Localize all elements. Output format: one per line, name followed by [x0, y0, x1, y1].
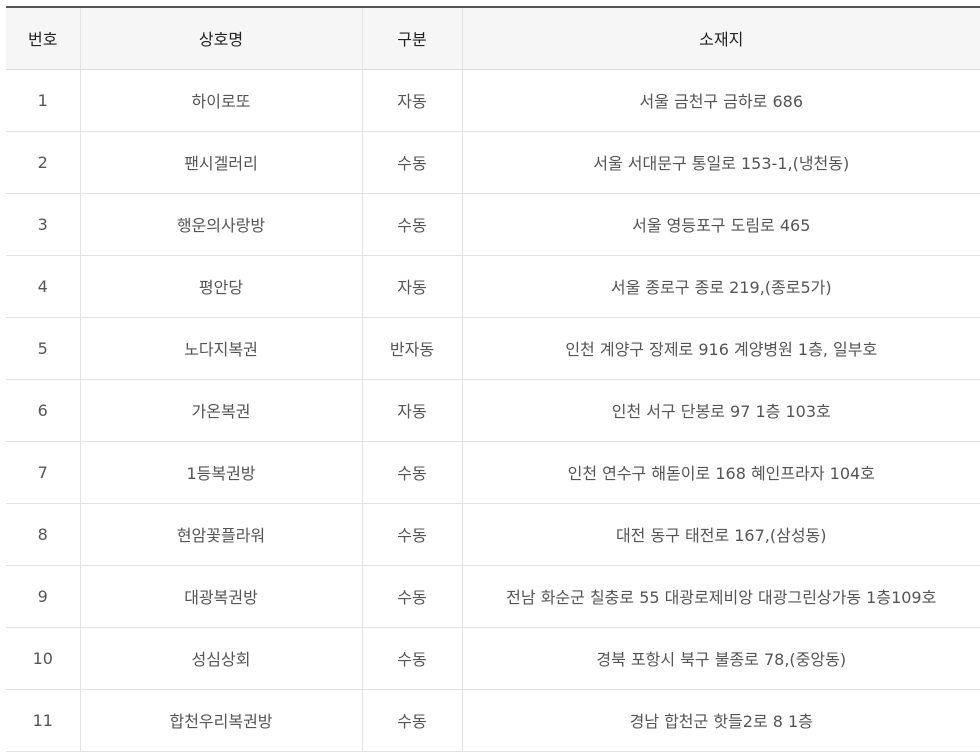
cell-no: 1: [6, 69, 80, 132]
table-row: 5 노다지복권 반자동 인천 계양구 장제로 916 계양병원 1층, 일부호: [6, 317, 980, 380]
cell-no: 6: [6, 379, 80, 442]
cell-no: 5: [6, 317, 80, 380]
cell-address: 경북 포항시 북구 불종로 78,(중앙동): [461, 627, 980, 690]
cell-address: 인천 서구 단봉로 97 1층 103호: [461, 379, 980, 442]
cell-type: 수동: [361, 565, 462, 628]
cell-no: 4: [6, 255, 80, 318]
cell-address: 경남 합천군 핫들2로 8 1층: [461, 689, 980, 752]
table-row: 2 팬시겔러리 수동 서울 서대문구 통일로 153-1,(냉천동): [6, 131, 980, 194]
table-header: 번호 상호명 구분 소재지: [6, 6, 980, 70]
cell-no: 7: [6, 441, 80, 504]
table-row: 9 대광복권방 수동 전남 화순군 칠충로 55 대광로제비앙 대광그린상가동 …: [6, 565, 980, 628]
cell-address: 서울 서대문구 통일로 153-1,(냉천동): [461, 131, 980, 194]
table-row: 8 현암꽃플라워 수동 대전 동구 태전로 167,(삼성동): [6, 503, 980, 566]
cell-no: 8: [6, 503, 80, 566]
cell-name: 행운의사랑방: [79, 193, 362, 256]
cell-type: 수동: [361, 193, 462, 256]
cell-no: 3: [6, 193, 80, 256]
cell-type: 수동: [361, 131, 462, 194]
cell-address: 서울 금천구 금하로 686: [461, 69, 980, 132]
cell-type: 자동: [361, 69, 462, 132]
table-row: 1 하이로또 자동 서울 금천구 금하로 686: [6, 69, 980, 132]
cell-address: 대전 동구 태전로 167,(삼성동): [461, 503, 980, 566]
cell-type: 반자동: [361, 317, 462, 380]
table-row: 6 가온복권 자동 인천 서구 단봉로 97 1층 103호: [6, 379, 980, 442]
table-row: 4 평안당 자동 서울 종로구 종로 219,(종로5가): [6, 255, 980, 318]
cell-type: 자동: [361, 379, 462, 442]
cell-type: 수동: [361, 627, 462, 690]
cell-no: 11: [6, 689, 80, 752]
cell-address: 인천 계양구 장제로 916 계양병원 1층, 일부호: [461, 317, 980, 380]
cell-name: 평안당: [79, 255, 362, 318]
cell-type: 수동: [361, 503, 462, 566]
header-row: 번호 상호명 구분 소재지: [6, 6, 980, 70]
cell-type: 수동: [361, 689, 462, 752]
cell-address: 서울 영등포구 도림로 465: [461, 193, 980, 256]
table-row: 7 1등복권방 수동 인천 연수구 해돋이로 168 혜인프라자 104호: [6, 441, 980, 504]
cell-name: 하이로또: [79, 69, 362, 132]
cell-no: 9: [6, 565, 80, 628]
cell-name: 1등복권방: [79, 441, 362, 504]
cell-name: 성심상회: [79, 627, 362, 690]
cell-name: 현암꽃플라워: [79, 503, 362, 566]
header-no: 번호: [6, 6, 80, 70]
cell-name: 팬시겔러리: [79, 131, 362, 194]
table-row: 3 행운의사랑방 수동 서울 영등포구 도림로 465: [6, 193, 980, 256]
table-row: 11 합천우리복권방 수동 경남 합천군 핫들2로 8 1층: [6, 689, 980, 752]
store-table: 번호 상호명 구분 소재지 1 하이로또 자동 서울 금천구 금하로 686 2…: [6, 6, 980, 752]
header-name: 상호명: [79, 6, 362, 70]
cell-name: 노다지복권: [79, 317, 362, 380]
header-address: 소재지: [461, 6, 980, 70]
cell-address: 인천 연수구 해돋이로 168 혜인프라자 104호: [461, 441, 980, 504]
table-row: 10 성심상회 수동 경북 포항시 북구 불종로 78,(중앙동): [6, 627, 980, 690]
cell-type: 자동: [361, 255, 462, 318]
cell-name: 합천우리복권방: [79, 689, 362, 752]
cell-type: 수동: [361, 441, 462, 504]
cell-name: 가온복권: [79, 379, 362, 442]
cell-no: 2: [6, 131, 80, 194]
cell-name: 대광복권방: [79, 565, 362, 628]
header-type: 구분: [361, 6, 462, 70]
cell-address: 전남 화순군 칠충로 55 대광로제비앙 대광그린상가동 1층109호: [461, 565, 980, 628]
cell-no: 10: [6, 627, 80, 690]
cell-address: 서울 종로구 종로 219,(종로5가): [461, 255, 980, 318]
table-body: 1 하이로또 자동 서울 금천구 금하로 686 2 팬시겔러리 수동 서울 서…: [6, 69, 980, 752]
